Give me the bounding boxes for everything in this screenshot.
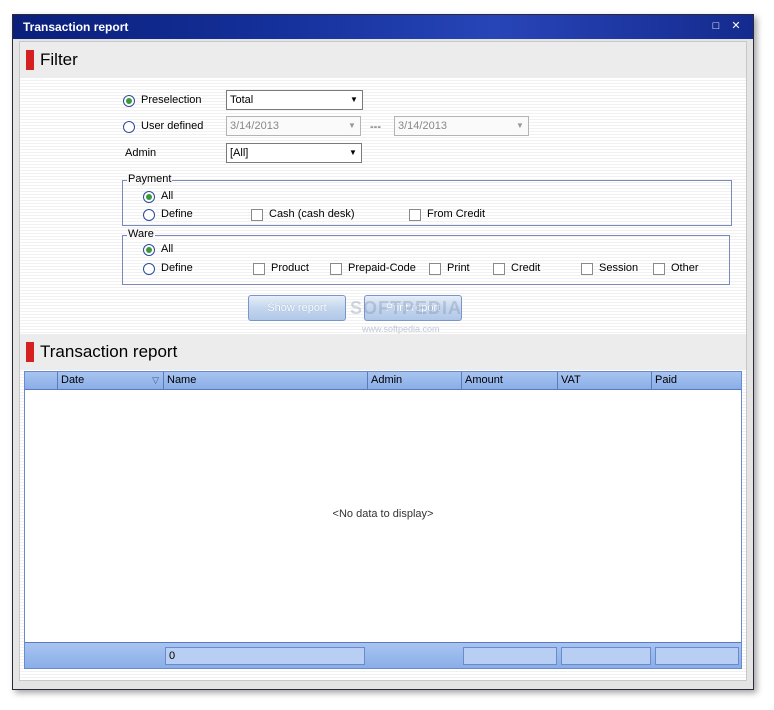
column-header-date[interactable]: Date ▽ — [57, 372, 163, 389]
column-header-name[interactable]: Name — [163, 372, 367, 389]
preselection-label: Preselection — [141, 94, 202, 106]
cash-checkbox[interactable] — [251, 209, 263, 221]
admin-select[interactable]: [All] ▼ — [226, 143, 362, 163]
date-from-value: 3/14/2013 — [230, 120, 279, 132]
credit-checkbox[interactable] — [493, 263, 505, 275]
other-label: Other — [671, 262, 699, 274]
from-credit-label: From Credit — [427, 208, 486, 220]
row-indicator-header — [25, 372, 57, 389]
admin-value: [All] — [230, 147, 249, 159]
payment-legend: Payment — [127, 173, 173, 185]
chevron-down-icon[interactable]: ▼ — [345, 144, 361, 162]
ware-legend: Ware — [127, 228, 155, 240]
footer-paid-total — [655, 647, 739, 665]
column-header-amount[interactable]: Amount — [461, 372, 557, 389]
report-heading: Transaction report — [40, 342, 178, 361]
ware-all-radio[interactable] — [143, 244, 155, 256]
footer-vat-total — [561, 647, 651, 665]
column-date-label: Date — [61, 374, 85, 386]
chevron-down-icon[interactable]: ▼ — [346, 91, 362, 109]
ware-define-radio[interactable] — [143, 263, 155, 275]
report-header: Transaction report — [20, 334, 746, 370]
payment-define-label: Define — [161, 208, 193, 220]
cash-label: Cash (cash desk) — [269, 208, 355, 220]
empty-grid-message: <No data to display> — [332, 508, 434, 520]
section-marker-icon — [26, 342, 34, 362]
grid-header-row: Date ▽ Name Admin Amount VAT Paid — [25, 372, 741, 390]
payment-define-radio[interactable] — [143, 209, 155, 221]
column-header-paid[interactable]: Paid — [651, 372, 741, 389]
date-to-picker[interactable]: 3/14/2013 ▼ — [394, 116, 529, 136]
preselection-radio[interactable] — [123, 95, 135, 107]
chevron-down-icon[interactable]: ▼ — [344, 117, 360, 135]
user-defined-label: User defined — [141, 120, 204, 132]
credit-label: Credit — [511, 262, 541, 274]
chevron-down-icon[interactable]: ▼ — [512, 117, 528, 135]
date-to-value: 3/14/2013 — [398, 120, 447, 132]
prepaid-code-label: Prepaid-Code — [348, 262, 416, 274]
session-checkbox[interactable] — [581, 263, 593, 275]
section-marker-icon — [26, 50, 34, 70]
transaction-grid[interactable]: Date ▽ Name Admin Amount VAT Paid <No da… — [24, 371, 742, 669]
print-checkbox[interactable] — [429, 263, 441, 275]
date-separator: --- — [370, 121, 381, 133]
print-label: Print — [447, 262, 470, 274]
payment-group: Payment All Define Cash (cash desk) From… — [122, 173, 732, 226]
footer-amount-total — [463, 647, 557, 665]
prepaid-code-checkbox[interactable] — [330, 263, 342, 275]
sort-descending-icon: ▽ — [152, 375, 159, 385]
column-header-admin[interactable]: Admin — [367, 372, 461, 389]
preselection-value: Total — [230, 94, 254, 106]
watermark-brand: SOFTPEDIA — [350, 298, 463, 318]
restore-icon[interactable]: □ — [709, 19, 723, 33]
ware-group: Ware All Define Product Prepaid-Code Pri… — [122, 228, 730, 285]
close-icon[interactable]: ✕ — [729, 19, 743, 33]
footer-count: 0 — [165, 647, 365, 665]
admin-label: Admin — [125, 147, 157, 159]
grid-footer: 0 — [25, 642, 741, 668]
user-defined-radio[interactable] — [123, 121, 135, 133]
filter-header: Filter — [20, 42, 746, 78]
show-report-button[interactable]: Show report — [248, 295, 346, 321]
window-title: Transaction report — [23, 20, 129, 34]
column-header-vat[interactable]: VAT — [557, 372, 651, 389]
ware-define-label: Define — [161, 262, 193, 274]
payment-all-radio[interactable] — [143, 191, 155, 203]
payment-all-label: All — [161, 190, 174, 202]
other-checkbox[interactable] — [653, 263, 665, 275]
preselection-select[interactable]: Total ▼ — [226, 90, 363, 110]
filter-heading: Filter — [40, 50, 78, 69]
transaction-report-window: Transaction report □ ✕ Filter Preselecti… — [12, 14, 754, 690]
title-bar[interactable]: Transaction report □ ✕ — [13, 15, 753, 39]
session-label: Session — [599, 262, 639, 274]
product-checkbox[interactable] — [253, 263, 265, 275]
watermark-url: www.softpedia.com — [362, 324, 440, 334]
ware-all-label: All — [161, 243, 174, 255]
from-credit-checkbox[interactable] — [409, 209, 421, 221]
product-label: Product — [271, 262, 309, 274]
date-from-picker[interactable]: 3/14/2013 ▼ — [226, 116, 361, 136]
